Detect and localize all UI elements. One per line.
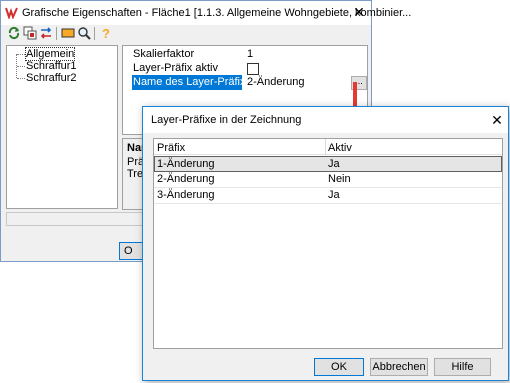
cell-active: Ja — [328, 189, 340, 201]
toolbar: ? — [1, 25, 371, 43]
dialog-title-bar[interactable]: Layer-Präfixe in der Zeichnung ✕ — [143, 107, 508, 133]
property-row-selected[interactable]: Name des Layer-Präfixes 2-Änderung ... — [123, 75, 367, 90]
prefix-table: Präfix Aktiv 1-Änderung Ja 2-Änderung Ne… — [153, 138, 503, 349]
swap-icon[interactable] — [39, 26, 53, 40]
help-icon[interactable]: ? — [99, 26, 113, 40]
tree-connector — [17, 54, 25, 55]
refresh-icon[interactable] — [7, 26, 21, 40]
main-close-icon[interactable]: ✕ — [351, 4, 367, 20]
cell-prefix: 3-Änderung — [157, 189, 215, 201]
tree-connector — [17, 66, 25, 67]
table-row[interactable]: 3-Änderung Ja — [154, 188, 502, 204]
cell-active: Ja — [328, 158, 340, 170]
property-row[interactable]: Skalierfaktor 1 — [123, 47, 367, 62]
tree-connector — [17, 78, 25, 79]
tree-view[interactable]: Allgemein Schraffur1 Schraffur2 — [6, 45, 118, 209]
property-name: Name des Layer-Präfixes — [133, 76, 258, 88]
table-row[interactable]: 2-Änderung Nein — [154, 172, 502, 188]
toolbar-separator — [56, 27, 57, 40]
column-separator[interactable] — [325, 139, 326, 155]
rectangle-icon[interactable] — [61, 26, 75, 40]
property-row[interactable]: Layer-Präfix aktiv — [123, 61, 367, 76]
dialog-close-icon[interactable]: ✕ — [489, 112, 505, 128]
cell-prefix: 1-Änderung — [157, 158, 215, 170]
layers-icon[interactable] — [23, 26, 37, 40]
ok-button[interactable]: OK — [314, 358, 364, 376]
table-row[interactable]: 1-Änderung Ja — [154, 156, 502, 172]
tree-item-allgemein[interactable]: Allgemein — [24, 47, 76, 61]
app-icon — [5, 6, 18, 19]
property-name: Layer-Präfix aktiv — [133, 62, 218, 74]
table-header: Präfix Aktiv — [154, 139, 502, 155]
cell-prefix: 2-Änderung — [157, 173, 215, 185]
toolbar-separator — [94, 27, 95, 40]
svg-text:?: ? — [102, 26, 110, 40]
main-title-bar[interactable]: Grafische Eigenschaften - Fläche1 [1.1.3… — [1, 1, 411, 25]
column-header-active[interactable]: Aktiv — [328, 142, 352, 154]
property-name: Skalierfaktor — [133, 48, 195, 60]
cancel-button[interactable]: Abbrechen — [370, 358, 428, 376]
help-button[interactable]: Hilfe — [434, 358, 491, 376]
tree-item-schraffur2[interactable]: Schraffur2 — [26, 72, 77, 84]
property-value[interactable]: 2-Änderung — [247, 76, 305, 88]
layer-prefix-active-checkbox[interactable] — [247, 63, 259, 75]
column-header-prefix[interactable]: Präfix — [157, 142, 185, 154]
tree-item-schraffur1[interactable]: Schraffur1 — [26, 60, 77, 72]
zoom-icon[interactable] — [77, 26, 91, 40]
dialog-title: Layer-Präfixe in der Zeichnung — [151, 114, 302, 126]
property-value[interactable]: 1 — [247, 48, 253, 60]
layer-prefix-dialog: Layer-Präfixe in der Zeichnung ✕ Präfix … — [142, 106, 509, 381]
cell-active: Nein — [328, 173, 351, 185]
